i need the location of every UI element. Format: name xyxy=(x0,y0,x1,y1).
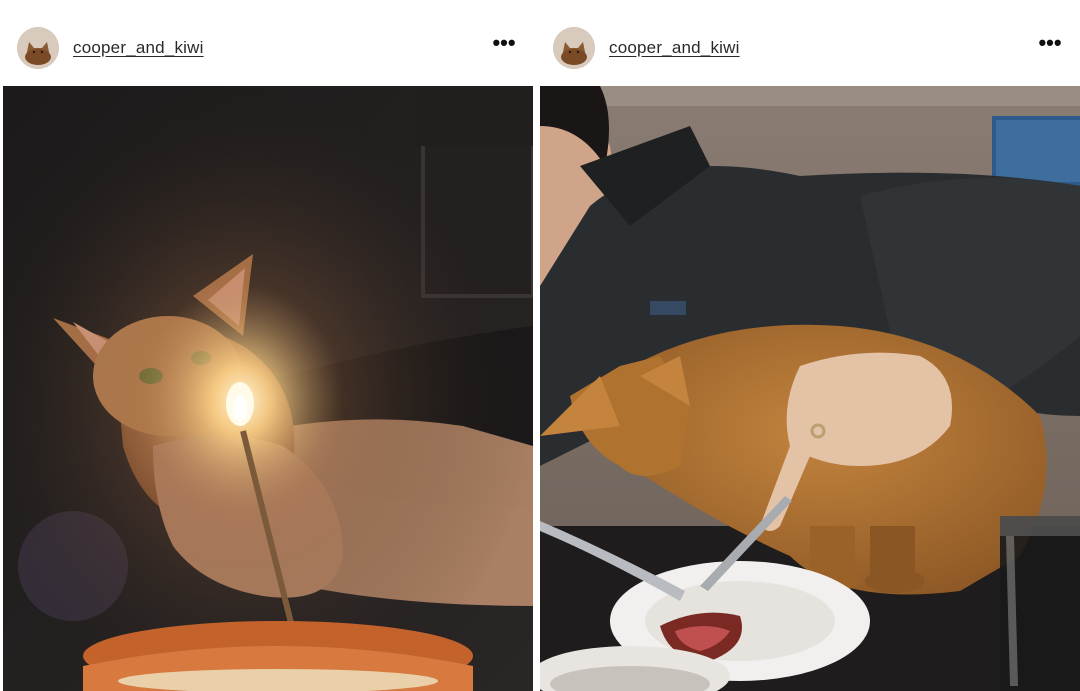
post-photo[interactable] xyxy=(3,86,533,691)
username-link[interactable]: cooper_and_kiwi xyxy=(73,38,204,58)
username-link[interactable]: cooper_and_kiwi xyxy=(609,38,740,58)
post-header-1: cooper_and_kiwi ••• xyxy=(0,0,538,86)
post-photo[interactable] xyxy=(540,86,1080,691)
avatar[interactable] xyxy=(553,27,595,69)
post-card-1: cooper_and_kiwi ••• xyxy=(0,0,538,691)
post-header-2: cooper_and_kiwi ••• xyxy=(538,0,1080,86)
avatar[interactable] xyxy=(17,27,59,69)
feed: cooper_and_kiwi ••• cooper_and_kiwi ••• xyxy=(0,0,1080,691)
more-options-icon[interactable]: ••• xyxy=(1036,32,1064,56)
post-card-2: cooper_and_kiwi ••• xyxy=(538,0,1080,691)
more-options-icon[interactable]: ••• xyxy=(490,32,518,56)
